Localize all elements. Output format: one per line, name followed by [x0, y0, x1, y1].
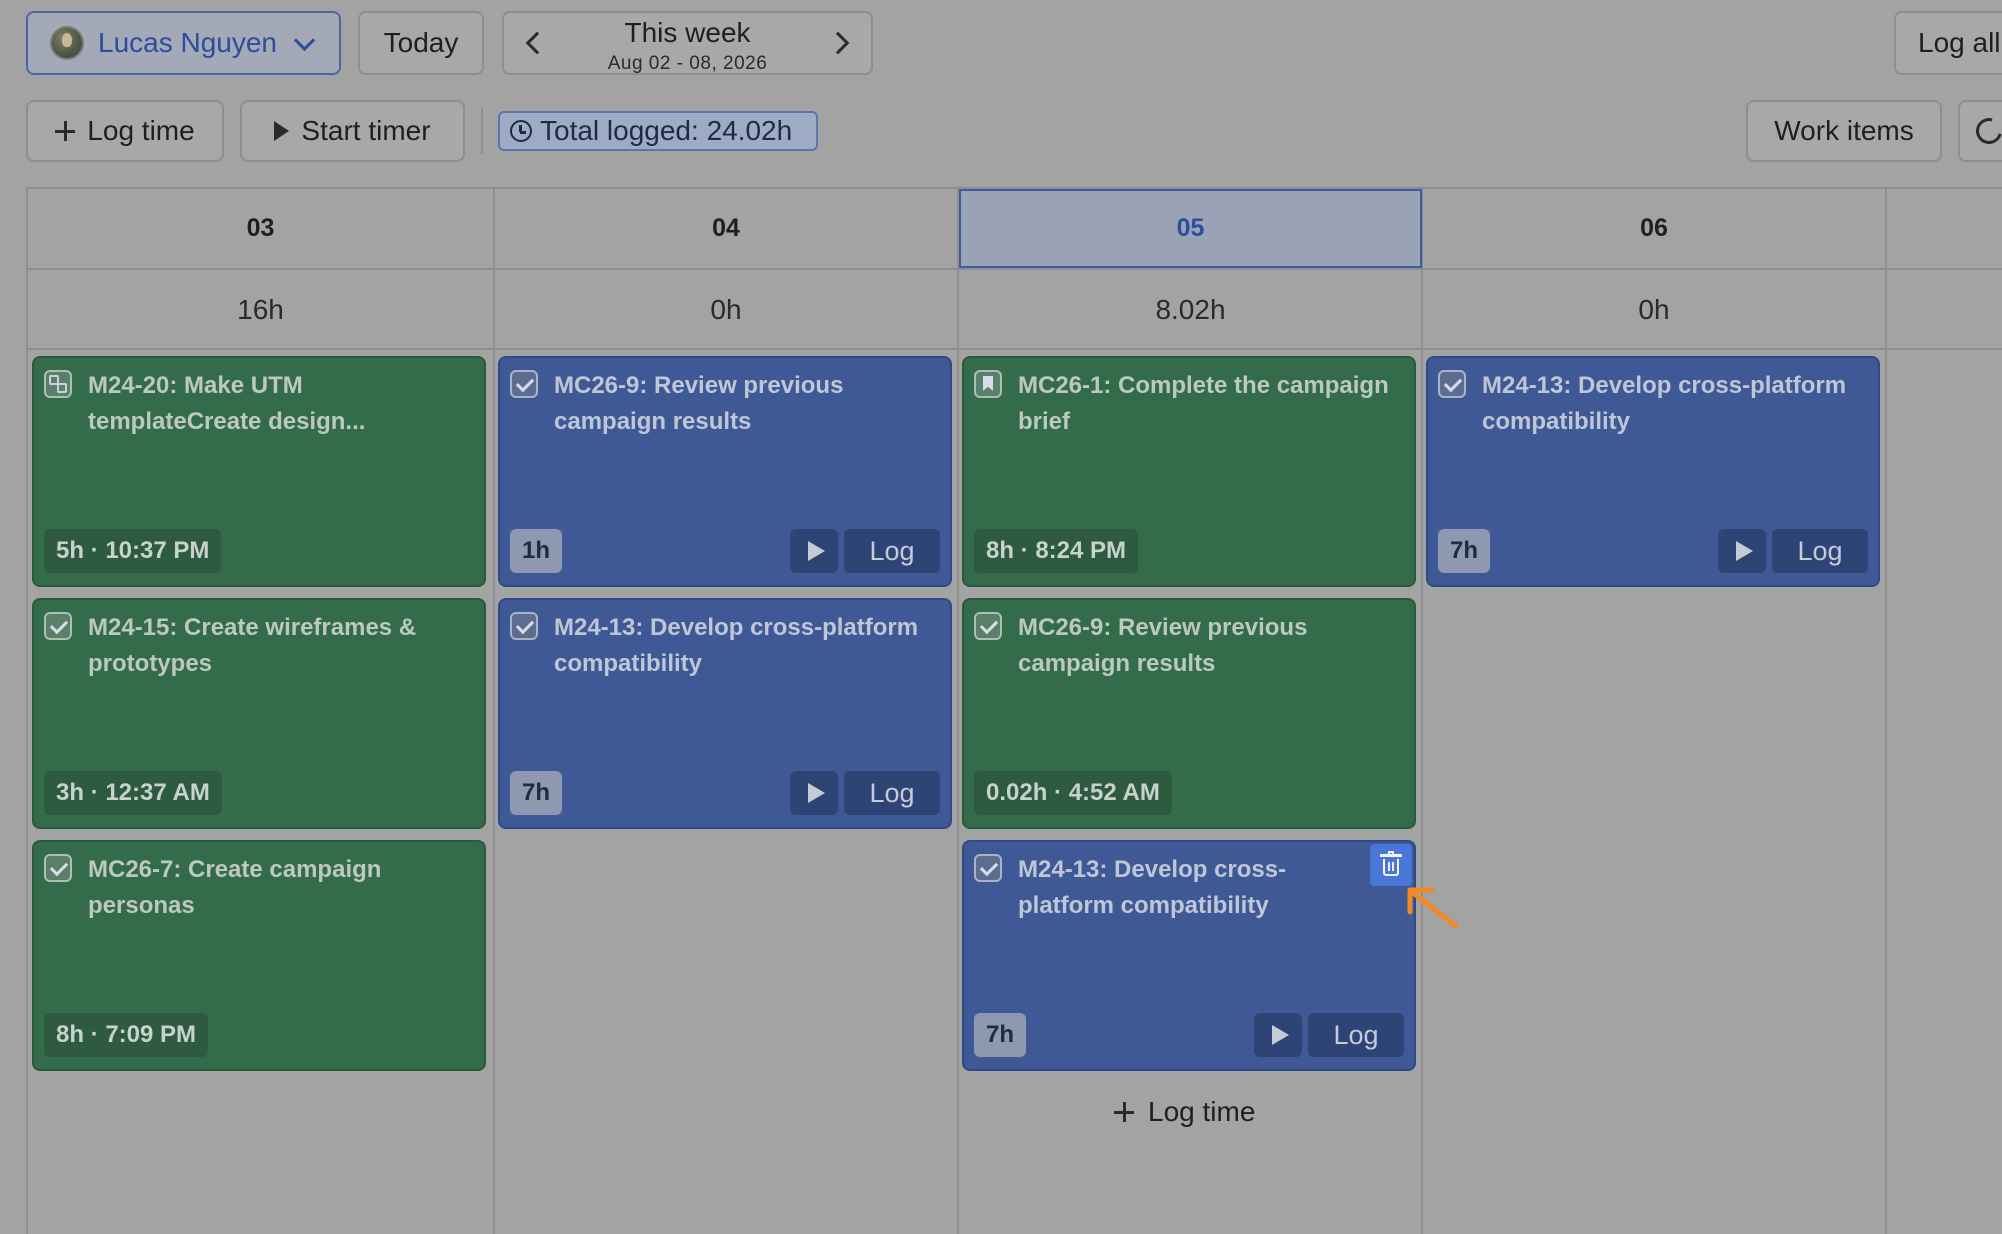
entry-log-button[interactable]: Log: [1772, 529, 1868, 573]
entry-title: M24-15: Create wireframes & prototypes: [88, 614, 417, 677]
clock-icon: [510, 120, 532, 142]
day-total-06: 0h: [1638, 293, 1670, 325]
total-logged-text: Total logged: 24.02h: [540, 115, 793, 146]
checkbox-icon: [510, 612, 538, 640]
column-divider: [1885, 189, 1887, 1234]
checkbox-icon: [974, 612, 1002, 640]
entry-title: M24-13: Develop cross-platform compatibi…: [1018, 856, 1287, 919]
checkbox-icon: [974, 854, 1002, 882]
log-time-button[interactable]: Log time: [26, 100, 224, 162]
play-icon: [807, 783, 825, 803]
play-icon: [1271, 1025, 1289, 1045]
entry-duration: 7h: [974, 1013, 1027, 1057]
entry-title: M24-13: Develop cross-platform compatibi…: [554, 614, 919, 677]
week-navigator: This week Aug 02 - 08, 2026: [502, 11, 873, 75]
planned-entry-card[interactable]: M24-13: Develop cross-platform compatibi…: [962, 840, 1416, 1071]
user-selector[interactable]: Lucas Nguyen: [26, 11, 341, 75]
week-range: Aug 02 - 08, 2026: [607, 53, 768, 74]
time-entry-card[interactable]: MC26-9: Review previous campaign results…: [962, 598, 1416, 829]
entry-log-button[interactable]: Log: [844, 771, 940, 815]
entry-duration: 8h · 7:09 PM: [44, 1013, 209, 1057]
entry-duration: 5h · 10:37 PM: [44, 529, 222, 573]
refresh-button[interactable]: [1958, 100, 2002, 162]
entry-duration: 7h: [1438, 529, 1491, 573]
checkbox-icon: [44, 612, 72, 640]
day-header-04[interactable]: 04: [495, 189, 957, 268]
subtask-icon: [44, 370, 72, 398]
log-all-button[interactable]: Log all: [1894, 11, 2002, 75]
planned-entry-card[interactable]: M24-13: Develop cross-platform compatibi…: [498, 598, 952, 829]
user-name: Lucas Nguyen: [98, 27, 278, 58]
chevron-down-icon: [293, 29, 316, 51]
today-button[interactable]: Today: [358, 11, 484, 75]
time-entry-card[interactable]: MC26-1: Complete the campaign brief 8h ·…: [962, 356, 1416, 587]
entry-title: MC26-9: Review previous campaign results: [1018, 614, 1308, 677]
checkbox-icon: [510, 370, 538, 398]
week-title: This week: [624, 17, 751, 48]
entry-duration: 7h: [510, 771, 563, 815]
planned-entry-card[interactable]: M24-13: Develop cross-platform compatibi…: [1426, 356, 1880, 587]
day-header-06[interactable]: 06: [1423, 189, 1885, 268]
entry-title: MC26-9: Review previous campaign results: [554, 372, 844, 435]
entry-title: MC26-1: Complete the campaign brief: [1018, 372, 1389, 435]
entry-duration: 0.02h · 4:52 AM: [974, 771, 1172, 815]
refresh-icon: [1971, 113, 2002, 149]
day-total-04: 0h: [710, 293, 742, 325]
add-log-label: Log time: [1148, 1096, 1256, 1127]
work-items-button[interactable]: Work items: [1746, 100, 1942, 162]
start-timer-label: Start timer: [301, 115, 431, 146]
chevron-right-icon: [826, 31, 850, 55]
checkbox-icon: [44, 854, 72, 882]
time-entry-card[interactable]: M24-15: Create wireframes & prototypes 3…: [32, 598, 486, 829]
day-total-05: 8.02h: [1155, 293, 1226, 325]
plus-icon: [1114, 1102, 1134, 1122]
trash-icon: [1380, 851, 1402, 876]
pointer-arrow-icon: [1407, 887, 1459, 929]
entry-log-button[interactable]: Log: [844, 529, 940, 573]
checkbox-icon: [1438, 370, 1466, 398]
total-logged-badge: Total logged: 24.02h: [498, 111, 818, 151]
entry-play-button[interactable]: [1254, 1013, 1302, 1057]
toolbar-divider: [481, 108, 483, 154]
add-log-time-link[interactable]: Log time: [1114, 1095, 1255, 1129]
play-icon: [274, 121, 290, 141]
entry-log-button[interactable]: Log: [1308, 1013, 1404, 1057]
day-header-05[interactable]: 05: [959, 189, 1422, 268]
day-header-03[interactable]: 03: [28, 189, 493, 268]
plus-icon: [55, 121, 76, 141]
log-time-label: Log time: [87, 115, 195, 146]
play-icon: [1735, 541, 1753, 561]
entry-duration: 1h: [510, 529, 563, 573]
entry-play-button[interactable]: [1718, 529, 1766, 573]
entry-title: M24-13: Develop cross-platform compatibi…: [1482, 372, 1847, 435]
start-timer-button[interactable]: Start timer: [240, 100, 465, 162]
time-entry-card[interactable]: M24-20: Make UTM templateCreate design..…: [32, 356, 486, 587]
entry-duration: 3h · 12:37 AM: [44, 771, 222, 815]
entry-play-button[interactable]: [790, 529, 838, 573]
entry-play-button[interactable]: [790, 771, 838, 815]
avatar: [50, 26, 84, 60]
time-entry-card[interactable]: MC26-7: Create campaign personas 8h · 7:…: [32, 840, 486, 1071]
planned-entry-card[interactable]: MC26-9: Review previous campaign results…: [498, 356, 952, 587]
bookmark-icon: [974, 370, 1002, 398]
entry-title: M24-20: Make UTM templateCreate design..…: [88, 372, 366, 435]
day-total-03: 16h: [237, 293, 284, 325]
next-week-button[interactable]: [817, 13, 865, 73]
entry-title: MC26-7: Create campaign personas: [88, 856, 382, 919]
entry-duration: 8h · 8:24 PM: [974, 529, 1139, 573]
play-icon: [807, 541, 825, 561]
